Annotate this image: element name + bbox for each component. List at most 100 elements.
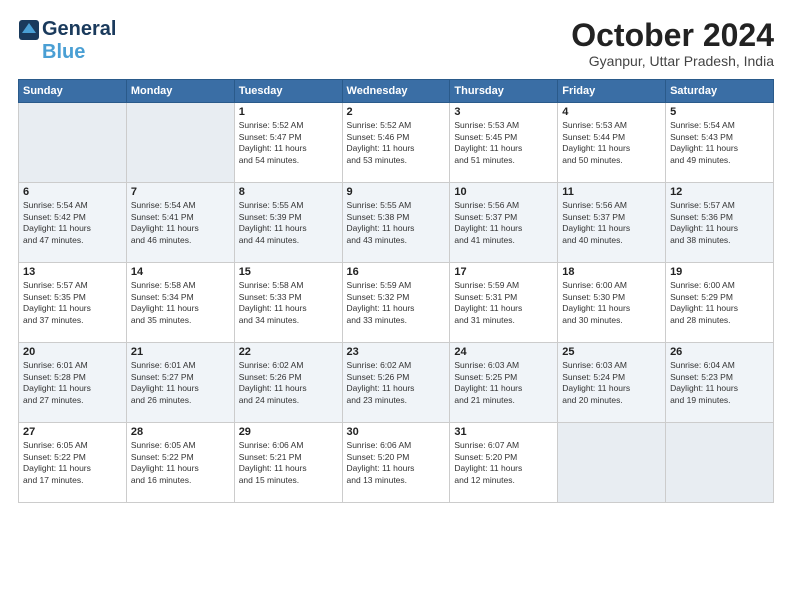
location: Gyanpur, Uttar Pradesh, India (571, 53, 774, 69)
calendar-body: 1 Sunrise: 5:52 AMSunset: 5:47 PMDaylight… (19, 103, 774, 503)
day-cell: 24 Sunrise: 6:03 AMSunset: 5:25 PMDayligh… (450, 343, 558, 423)
day-number: 25 (562, 346, 661, 358)
day-cell: 17 Sunrise: 5:59 AMSunset: 5:31 PMDayligh… (450, 263, 558, 343)
month-title: October 2024 (571, 18, 774, 53)
day-cell: 6 Sunrise: 5:54 AMSunset: 5:42 PMDaylight… (19, 183, 127, 263)
day-number: 29 (239, 426, 338, 438)
col-wednesday: Wednesday (342, 80, 450, 103)
day-cell: 26 Sunrise: 6:04 AMSunset: 5:23 PMDayligh… (666, 343, 774, 423)
col-saturday: Saturday (666, 80, 774, 103)
day-number: 16 (347, 266, 446, 278)
day-cell: 31Sunrise: 6:07 AMSunset: 5:20 PMDayligh… (450, 423, 558, 503)
day-number: 17 (454, 266, 553, 278)
day-details: Sunrise: 6:01 AMSunset: 5:28 PMDaylight:… (23, 360, 122, 406)
col-thursday: Thursday (450, 80, 558, 103)
day-number: 6 (23, 186, 122, 198)
day-cell: 7 Sunrise: 5:54 AMSunset: 5:41 PMDaylight… (126, 183, 234, 263)
week-row-5: 27 Sunrise: 6:05 AMSunset: 5:22 PMDayligh… (19, 423, 774, 503)
day-cell: 13Sunrise: 5:57 AMSunset: 5:35 PMDayligh… (19, 263, 127, 343)
day-number: 7 (131, 186, 230, 198)
day-number: 19 (670, 266, 769, 278)
day-cell: 19 Sunrise: 6:00 AMSunset: 5:29 PMDayligh… (666, 263, 774, 343)
day-details: Sunrise: 5:59 AMSunset: 5:31 PMDaylight:… (454, 280, 553, 326)
col-tuesday: Tuesday (234, 80, 342, 103)
day-details: Sunrise: 6:04 AMSunset: 5:23 PMDaylight:… (670, 360, 769, 406)
calendar-header: Sunday Monday Tuesday Wednesday Thursday… (19, 80, 774, 103)
title-area: October 2024 Gyanpur, Uttar Pradesh, Ind… (571, 18, 774, 69)
day-cell: 5 Sunrise: 5:54 AMSunset: 5:43 PMDaylight… (666, 103, 774, 183)
day-cell: 23 Sunrise: 6:02 AMSunset: 5:26 PMDayligh… (342, 343, 450, 423)
col-sunday: Sunday (19, 80, 127, 103)
day-details: Sunrise: 6:00 AMSunset: 5:30 PMDaylight:… (562, 280, 661, 326)
day-number: 21 (131, 346, 230, 358)
day-cell: 29Sunrise: 6:06 AMSunset: 5:21 PMDayligh… (234, 423, 342, 503)
day-cell: 12Sunrise: 5:57 AMSunset: 5:36 PMDayligh… (666, 183, 774, 263)
day-cell: 16Sunrise: 5:59 AMSunset: 5:32 PMDayligh… (342, 263, 450, 343)
day-number: 4 (562, 106, 661, 118)
logo-icon (18, 19, 40, 41)
day-details: Sunrise: 5:57 AMSunset: 5:36 PMDaylight:… (670, 200, 769, 246)
day-number: 27 (23, 426, 122, 438)
day-number: 5 (670, 106, 769, 118)
day-number: 20 (23, 346, 122, 358)
logo-general: General (42, 18, 116, 41)
day-number: 14 (131, 266, 230, 278)
calendar-table: Sunday Monday Tuesday Wednesday Thursday… (18, 79, 774, 503)
day-cell (19, 103, 127, 183)
day-details: Sunrise: 5:55 AMSunset: 5:39 PMDaylight:… (239, 200, 338, 246)
day-cell: 28 Sunrise: 6:05 AMSunset: 5:22 PMDayligh… (126, 423, 234, 503)
day-details: Sunrise: 6:03 AMSunset: 5:24 PMDaylight:… (562, 360, 661, 406)
day-details: Sunrise: 6:06 AMSunset: 5:20 PMDaylight:… (347, 440, 446, 486)
day-details: Sunrise: 6:02 AMSunset: 5:26 PMDaylight:… (347, 360, 446, 406)
day-cell: 2Sunrise: 5:52 AMSunset: 5:46 PMDaylight… (342, 103, 450, 183)
day-cell: 30Sunrise: 6:06 AMSunset: 5:20 PMDayligh… (342, 423, 450, 503)
day-number: 31 (454, 426, 553, 438)
day-details: Sunrise: 6:03 AMSunset: 5:25 PMDaylight:… (454, 360, 553, 406)
day-cell: 25 Sunrise: 6:03 AMSunset: 5:24 PMDayligh… (558, 343, 666, 423)
day-number: 28 (131, 426, 230, 438)
day-details: Sunrise: 5:58 AMSunset: 5:34 PMDaylight:… (131, 280, 230, 326)
day-cell: 9 Sunrise: 5:55 AMSunset: 5:38 PMDaylight… (342, 183, 450, 263)
day-cell: 21 Sunrise: 6:01 AMSunset: 5:27 PMDayligh… (126, 343, 234, 423)
day-number: 24 (454, 346, 553, 358)
header: General Blue October 2024 Gyanpur, Uttar… (18, 18, 774, 69)
day-details: Sunrise: 5:57 AMSunset: 5:35 PMDaylight:… (23, 280, 122, 326)
day-details: Sunrise: 5:54 AMSunset: 5:42 PMDaylight:… (23, 200, 122, 246)
day-number: 26 (670, 346, 769, 358)
day-cell: 11Sunrise: 5:56 AMSunset: 5:37 PMDayligh… (558, 183, 666, 263)
day-cell: 27Sunrise: 6:05 AMSunset: 5:22 PMDayligh… (19, 423, 127, 503)
day-details: Sunrise: 6:01 AMSunset: 5:27 PMDaylight:… (131, 360, 230, 406)
day-details: Sunrise: 5:54 AMSunset: 5:43 PMDaylight:… (670, 120, 769, 166)
day-details: Sunrise: 5:56 AMSunset: 5:37 PMDaylight:… (562, 200, 661, 246)
day-details: Sunrise: 5:54 AMSunset: 5:41 PMDaylight:… (131, 200, 230, 246)
day-details: Sunrise: 5:53 AMSunset: 5:45 PMDaylight:… (454, 120, 553, 166)
day-details: Sunrise: 5:55 AMSunset: 5:38 PMDaylight:… (347, 200, 446, 246)
day-cell: 15Sunrise: 5:58 AMSunset: 5:33 PMDayligh… (234, 263, 342, 343)
day-cell: 20 Sunrise: 6:01 AMSunset: 5:28 PMDayligh… (19, 343, 127, 423)
day-number: 1 (239, 106, 338, 118)
day-details: Sunrise: 5:53 AMSunset: 5:44 PMDaylight:… (562, 120, 661, 166)
day-cell (558, 423, 666, 503)
day-cell (126, 103, 234, 183)
day-cell (666, 423, 774, 503)
day-number: 10 (454, 186, 553, 198)
week-row-4: 20 Sunrise: 6:01 AMSunset: 5:28 PMDayligh… (19, 343, 774, 423)
col-monday: Monday (126, 80, 234, 103)
day-cell: 10 Sunrise: 5:56 AMSunset: 5:37 PMDayligh… (450, 183, 558, 263)
day-number: 18 (562, 266, 661, 278)
day-cell: 4 Sunrise: 5:53 AMSunset: 5:44 PMDaylight… (558, 103, 666, 183)
day-details: Sunrise: 5:52 AMSunset: 5:47 PMDaylight:… (239, 120, 338, 166)
day-cell: 3Sunrise: 5:53 AMSunset: 5:45 PMDaylight… (450, 103, 558, 183)
day-number: 9 (347, 186, 446, 198)
day-details: Sunrise: 6:05 AMSunset: 5:22 PMDaylight:… (131, 440, 230, 486)
day-number: 8 (239, 186, 338, 198)
day-details: Sunrise: 5:58 AMSunset: 5:33 PMDaylight:… (239, 280, 338, 326)
day-cell: 18 Sunrise: 6:00 AMSunset: 5:30 PMDayligh… (558, 263, 666, 343)
day-details: Sunrise: 6:00 AMSunset: 5:29 PMDaylight:… (670, 280, 769, 326)
header-row: Sunday Monday Tuesday Wednesday Thursday… (19, 80, 774, 103)
day-details: Sunrise: 5:56 AMSunset: 5:37 PMDaylight:… (454, 200, 553, 246)
week-row-1: 1 Sunrise: 5:52 AMSunset: 5:47 PMDaylight… (19, 103, 774, 183)
week-row-2: 6 Sunrise: 5:54 AMSunset: 5:42 PMDaylight… (19, 183, 774, 263)
day-number: 23 (347, 346, 446, 358)
day-cell: 1 Sunrise: 5:52 AMSunset: 5:47 PMDaylight… (234, 103, 342, 183)
